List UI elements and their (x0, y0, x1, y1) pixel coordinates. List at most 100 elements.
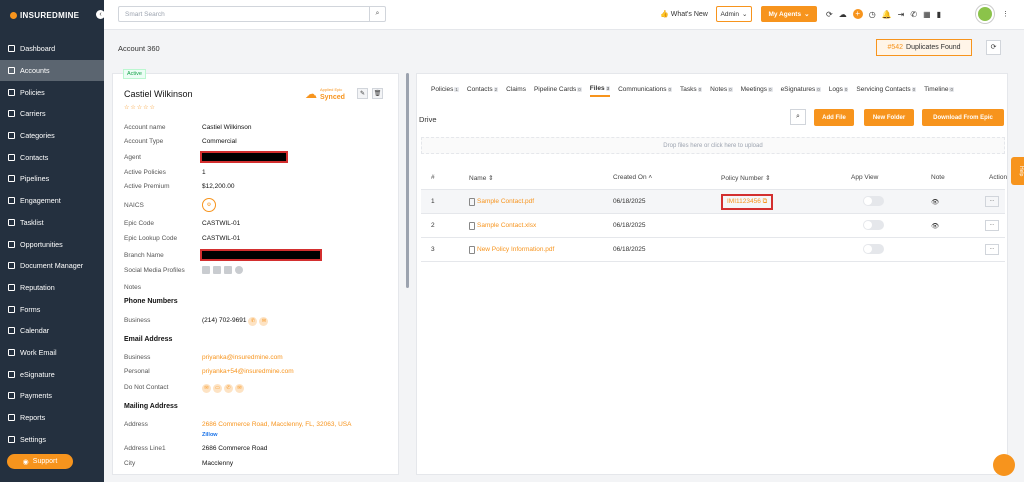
dnc-email-icon[interactable]: ✉ (202, 384, 211, 393)
search-icon[interactable]: ⌕ (369, 7, 385, 21)
sidebar-item-forms[interactable]: Forms (0, 298, 104, 320)
my-agents-label: My Agents (768, 10, 802, 18)
eye-icon[interactable]: 👁 (931, 223, 939, 230)
tab-notes[interactable]: Notes 0 (710, 85, 733, 97)
tab-policies[interactable]: Policies 1 (431, 85, 459, 97)
file-link[interactable]: New Policy Information.pdf (469, 245, 613, 254)
sidebar-item-calendar[interactable]: Calendar (0, 320, 104, 342)
chat-widget-icon[interactable] (993, 454, 1015, 476)
eye-icon[interactable]: 👁 (931, 199, 939, 206)
add-file-button[interactable]: Add File (814, 109, 854, 126)
col-policy[interactable]: Policy Number ⇕ (721, 174, 851, 182)
whats-new-link[interactable]: 👍 What's New (660, 10, 708, 19)
tab-contacts[interactable]: Contacts 2 (467, 85, 499, 97)
facebook-icon[interactable] (213, 266, 221, 274)
email-link[interactable]: priyanka+54@insuredmine.com (202, 368, 294, 375)
sidebar-item-reports[interactable]: Reports (0, 407, 104, 429)
sidebar-item-contacts[interactable]: Contacts (0, 146, 104, 168)
table-row[interactable]: 1 Sample Contact.pdf 06/18/2025 IMI11234… (421, 190, 1005, 214)
app-view-toggle[interactable] (863, 243, 884, 254)
topbar: Smart Search ⌕ 👍 What's New Admin ⌄ My Agen… (104, 0, 1024, 30)
table-row[interactable]: 2 Sample Contact.xlsx 06/18/2025 👁 ··· (421, 214, 1005, 238)
file-link[interactable]: Sample Contact.pdf (469, 197, 613, 206)
chip-icon[interactable]: ▦ (923, 10, 931, 19)
naics-icon[interactable]: ⚙ (202, 198, 216, 212)
refresh-button[interactable]: ⟳ (986, 40, 1001, 55)
cloud-icon[interactable]: ☁ (839, 10, 847, 19)
more-actions-icon[interactable]: ··· (985, 196, 999, 207)
tab-claims[interactable]: Claims (506, 85, 526, 97)
address-link[interactable]: 2686 Commerce Road, Macclenny, FL, 32063… (202, 421, 351, 428)
email-business: Business priyanka@insuredmine.com (124, 354, 384, 361)
sync-icon[interactable]: ⟳ (826, 10, 833, 19)
phone-icon[interactable]: ✆ (910, 10, 917, 19)
app-view-toggle[interactable] (863, 219, 884, 230)
file-icon (469, 197, 475, 206)
rating-stars[interactable]: ☆☆☆☆☆ (124, 104, 156, 111)
tab-logs[interactable]: Logs 0 (829, 85, 849, 97)
zillow-link[interactable]: Zillow (202, 432, 218, 438)
sidebar-item-opportunities[interactable]: Opportunities (0, 233, 104, 255)
bell-icon[interactable]: 🔔 (882, 10, 892, 19)
more-actions-icon[interactable]: ··· (985, 220, 999, 231)
file-drop-zone[interactable]: Drop files here or click here to upload (421, 137, 1005, 154)
grid-icon[interactable]: ⋮ (1002, 10, 1009, 18)
dnc-call-icon[interactable]: ✆ (224, 384, 233, 393)
edit-icon[interactable]: ✎ (357, 88, 368, 99)
twitter-icon[interactable] (224, 266, 232, 274)
tab-tasks[interactable]: Tasks 0 (680, 85, 703, 97)
email-link[interactable]: priyanka@insuredmine.com (202, 354, 283, 361)
sidebar-item-accounts[interactable]: Accounts (0, 59, 104, 82)
tab-esignatures[interactable]: eSignatures 0 (781, 85, 821, 97)
sidebar-item-reputation[interactable]: Reputation (0, 277, 104, 299)
duplicates-found-button[interactable]: #542 Duplicates Found (876, 39, 972, 56)
table-row[interactable]: 3 New Policy Information.pdf 06/18/2025 … (421, 238, 1005, 262)
tab-files[interactable]: Files 3 (589, 85, 611, 97)
field-social-media: Social Media Profiles (124, 266, 384, 274)
tab-timeline[interactable]: Timeline 0 (924, 85, 954, 97)
linkedin-icon[interactable] (202, 266, 210, 274)
tab-communications[interactable]: Communications 0 (618, 85, 673, 97)
sidebar-item-dashboard[interactable]: Dashboard (0, 38, 104, 60)
sms-icon[interactable]: ✉ (259, 317, 269, 326)
col-created[interactable]: Created On ˄ (613, 174, 721, 181)
sidebar-item-policies[interactable]: Policies (0, 81, 104, 103)
globe-icon[interactable] (235, 266, 243, 274)
add-icon[interactable]: + (852, 9, 863, 19)
sidebar-item-categories[interactable]: Categories (0, 125, 104, 147)
sidebar-item-engagement[interactable]: Engagement (0, 190, 104, 212)
sidebar-item-esignature[interactable]: eSignature (0, 363, 104, 385)
dnc-sms-icon[interactable]: ▭ (213, 384, 222, 393)
sidebar-item-document-manager[interactable]: Document Manager (0, 255, 104, 277)
drive-search-icon[interactable]: ⌕ (790, 109, 806, 125)
tab-servicing-contacts[interactable]: Servicing Contacts 0 (856, 85, 917, 97)
sidebar-item-pipelines[interactable]: Pipelines (0, 168, 104, 190)
policy-number-link[interactable]: IMI1123456 ⧉ (721, 193, 774, 210)
my-agents-dropdown[interactable]: My Agents ⌄ (761, 6, 817, 22)
new-folder-button[interactable]: New Folder (864, 109, 914, 126)
sidebar-item-work-email[interactable]: Work Email (0, 342, 104, 364)
tab-meetings[interactable]: Meetings 0 (741, 85, 773, 97)
search-input[interactable]: Smart Search ⌕ (118, 6, 386, 22)
more-actions-icon[interactable]: ··· (985, 244, 999, 255)
sidebar-item-payments[interactable]: Payments (0, 385, 104, 407)
dnc-mail-icon[interactable]: ✉ (235, 384, 244, 393)
delete-icon[interactable]: 🗑 (372, 88, 383, 99)
sidebar-item-settings[interactable]: Settings (0, 428, 104, 450)
clock-icon[interactable]: ◷ (869, 10, 876, 19)
sidebar-item-tasklist[interactable]: Tasklist (0, 212, 104, 234)
file-link[interactable]: Sample Contact.xlsx (469, 221, 613, 230)
col-name[interactable]: Name ⇕ (469, 174, 613, 182)
left-scrollbar[interactable] (406, 73, 409, 288)
call-icon[interactable]: ✆ (248, 317, 258, 326)
app-view-toggle[interactable] (863, 195, 884, 206)
download-from-epic-button[interactable]: Download From Epic (922, 109, 1004, 126)
sidebar-item-carriers[interactable]: Carriers (0, 103, 104, 125)
battery-icon[interactable]: ▮ (937, 10, 941, 19)
support-button[interactable]: ◉ Support (7, 454, 73, 469)
admin-dropdown[interactable]: Admin ⌄ (716, 6, 752, 22)
help-tab[interactable]: Help (1011, 157, 1024, 185)
tab-pipeline-cards[interactable]: Pipeline Cards 0 (534, 85, 582, 97)
user-avatar[interactable] (976, 5, 994, 23)
logout-icon[interactable]: ⇥ (898, 10, 905, 19)
